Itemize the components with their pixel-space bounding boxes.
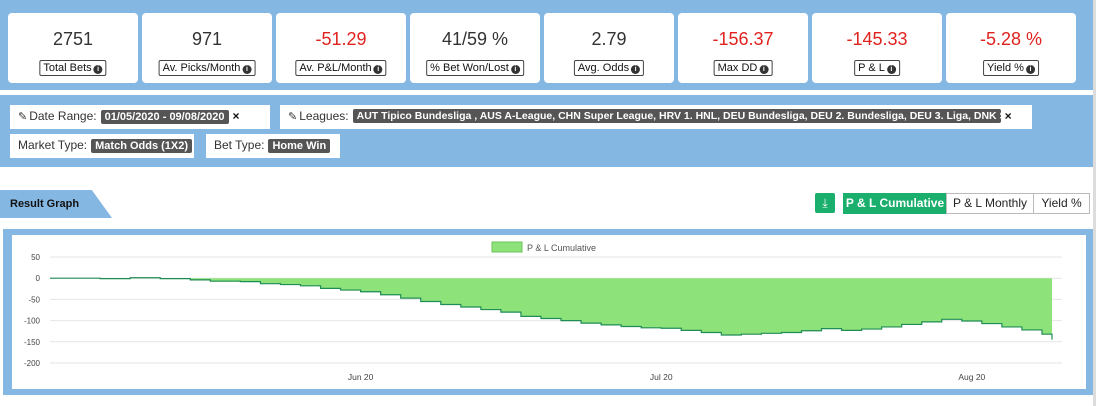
stat-value: 2.79 (591, 29, 627, 49)
info-icon[interactable]: i (886, 65, 896, 74)
legend-swatch (491, 241, 523, 253)
y-tick-label: -50 (28, 295, 40, 304)
market-type-filter[interactable]: Market Type: Match Odds (1X2) (10, 134, 194, 158)
stat-label[interactable]: P & Li (854, 60, 900, 76)
remove-leagues-icon[interactable]: × (1005, 109, 1012, 123)
bet-type-chip: Home Win (268, 139, 331, 153)
stat-label[interactable]: Av. Picks/Month i (158, 60, 256, 76)
stat-label[interactable]: Yield % i (983, 60, 1039, 76)
stat-label[interactable]: % Bet Won/Lost i (426, 60, 524, 76)
tab-pl-cumulative[interactable]: P & L Cumulative (843, 193, 947, 214)
stat-card-bet-won-lost: 41/59 % % Bet Won/Lost i (410, 13, 540, 83)
pl-cumulative-chart: 50 0 -50 -100 -150 -200 Jun 20 Jul 20 Aug 20 P … (24, 241, 1062, 382)
stat-value: -156.37 (712, 29, 774, 49)
result-graph-title: Result Graph (0, 190, 112, 218)
download-icon: ⤓ (822, 196, 828, 210)
x-tick-label: Aug 20 (958, 372, 985, 382)
stat-value: 971 (191, 29, 223, 49)
leagues-chip: AUT Tipico Bundesliga , AUS A-League, CH… (352, 109, 1001, 123)
stat-value: 41/59 % (441, 29, 509, 49)
y-tick-label: -200 (24, 359, 41, 368)
y-tick-label: -100 (24, 317, 41, 326)
date-range-filter[interactable]: ✎ Date Range: 01/05/2020 - 09/08/2020 × (10, 105, 270, 129)
stat-card-yield: -5.28 % Yield % i (946, 13, 1076, 83)
remove-date-range-icon[interactable]: × (233, 109, 240, 123)
y-tick-label: 0 (36, 274, 41, 283)
pencil-icon: ✎ (288, 111, 298, 123)
info-icon[interactable]: i (242, 65, 252, 74)
legend-label: P & L Cumulative (527, 243, 596, 253)
y-tick-label: -150 (24, 338, 41, 347)
stat-card-total-bets: 2751 Total Bets i (8, 13, 138, 83)
stat-value: -145.33 (846, 29, 908, 49)
stat-card-pl: -145.33 P & Li (812, 13, 942, 83)
chart-frame: 50 0 -50 -100 -150 -200 Jun 20 Jul 20 Aug 20 P … (3, 229, 1095, 395)
stat-label[interactable]: Total Bets i (39, 60, 107, 76)
pl-area (50, 277, 1052, 340)
stat-value: -51.29 (315, 29, 367, 49)
stat-label[interactable]: Av. P&L/Month i (295, 60, 387, 76)
info-icon[interactable]: i (373, 65, 383, 74)
bet-type-filter[interactable]: Bet Type: Home Win (206, 134, 340, 158)
stat-value: 2751 (52, 29, 94, 49)
stat-card-max-dd: -156.37 Max DD i (678, 13, 808, 83)
x-tick-label: Jun 20 (348, 372, 374, 382)
x-axis: Jun 20 Jul 20 Aug 20 (348, 372, 986, 382)
info-icon[interactable]: i (759, 65, 769, 74)
chart-area: 50 0 -50 -100 -150 -200 Jun 20 Jul 20 Aug 20 P … (12, 235, 1086, 389)
market-type-chip: Match Odds (1X2) (91, 139, 193, 153)
x-tick-label: Jul 20 (650, 372, 673, 382)
tab-yield[interactable]: Yield % (1033, 193, 1090, 214)
tab-pl-monthly[interactable]: P & L Monthly (946, 193, 1034, 214)
stat-label[interactable]: Avg. Odds i (573, 60, 645, 76)
stat-label[interactable]: Max DD i (713, 60, 773, 76)
y-tick-label: 50 (31, 253, 40, 262)
info-icon[interactable]: i (510, 65, 520, 74)
stats-band: 2751 Total Bets i 971 Av. Picks/Month i -5… (0, 0, 1096, 90)
info-icon[interactable]: i (1025, 65, 1035, 74)
leagues-filter[interactable]: ✎ Leagues: AUT Tipico Bundesliga , AUS A-L… (280, 105, 1032, 129)
filter-band: ✎ Date Range: 01/05/2020 - 09/08/2020 × ✎ Le… (0, 95, 1096, 167)
pencil-icon: ✎ (18, 111, 28, 123)
info-icon[interactable]: i (631, 65, 641, 74)
date-range-chip: 01/05/2020 - 09/08/2020 (100, 110, 229, 124)
stat-card-avg-picks: 971 Av. Picks/Month i (142, 13, 272, 83)
info-icon[interactable]: i (93, 65, 103, 74)
stat-value: -5.28 % (979, 29, 1043, 49)
y-axis: 50 0 -50 -100 -150 -200 (24, 253, 41, 368)
stat-card-avg-odds: 2.79 Avg. Odds i (544, 13, 674, 83)
download-button[interactable]: ⤓ (815, 193, 835, 213)
stat-card-avg-pl: -51.29 Av. P&L/Month i (276, 13, 406, 83)
